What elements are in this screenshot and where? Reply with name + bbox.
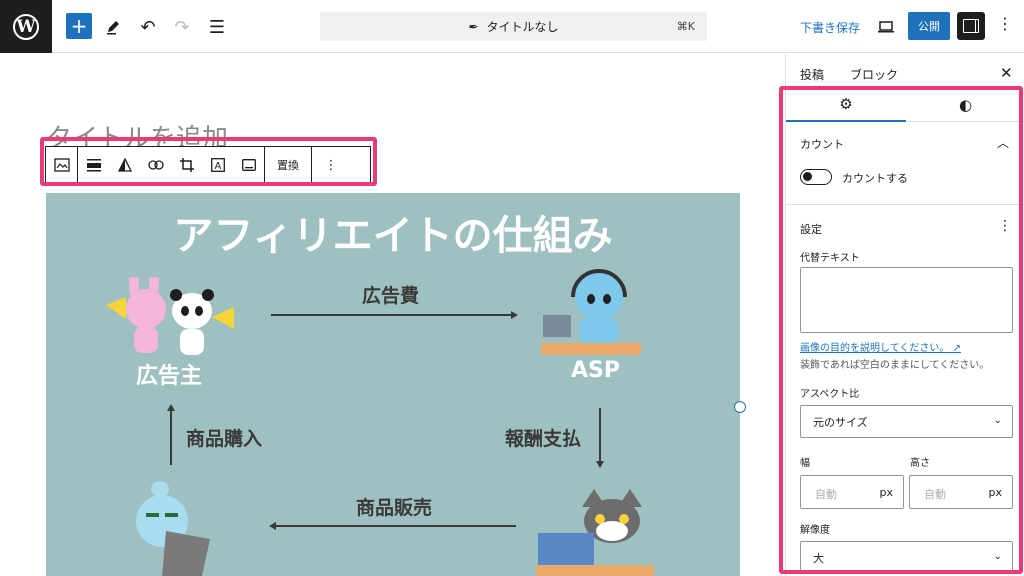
image-block-toolbar: A 置換 ⋮ — [45, 146, 371, 184]
chevron-down-icon: ⌄ — [993, 551, 1002, 562]
customer-illustration — [136, 481, 210, 576]
duotone-icon — [117, 158, 132, 172]
advertiser-label: 広告主 — [136, 364, 203, 389]
undo-button[interactable]: ↶ — [134, 13, 162, 41]
text-overlay-icon: A — [210, 158, 225, 172]
count-toggle[interactable] — [800, 169, 832, 185]
publish-button[interactable]: 公開 — [908, 12, 950, 40]
align-button[interactable] — [78, 147, 109, 183]
svg-text:A: A — [214, 161, 221, 172]
width-unit[interactable]: px — [880, 486, 894, 499]
block-options-button[interactable]: ⋮ — [312, 147, 350, 183]
tab-block[interactable]: ブロック — [850, 66, 898, 83]
advertiser-illustration — [106, 277, 234, 355]
sidebar-icon — [963, 19, 979, 33]
width-label: 幅 — [800, 458, 810, 469]
aspect-ratio-value: 元のサイズ — [813, 415, 868, 429]
replace-button[interactable]: 置換 — [265, 147, 311, 183]
more-vertical-icon: ⋮ — [324, 157, 338, 173]
close-icon: ✕ — [1000, 64, 1013, 82]
block-type-button[interactable] — [46, 147, 77, 183]
pencil-icon — [107, 21, 119, 35]
link-icon — [147, 160, 164, 170]
aspect-ratio-label: アスペクト比 — [800, 389, 860, 400]
edit-tools-button[interactable] — [99, 13, 127, 41]
redo-icon: ↷ — [174, 16, 190, 38]
height-label: 高さ — [910, 458, 930, 469]
toggle-knob — [803, 172, 812, 181]
chevron-down-icon: ⌄ — [993, 415, 1002, 426]
caption-button[interactable] — [233, 147, 264, 183]
text-overlay-button[interactable]: A — [202, 147, 233, 183]
settings-sidebar: 投稿 ブロック ✕ ⚙ ◐ カウント ︿ カウントする 設定 ⋮ 代替テキスト … — [785, 54, 1024, 576]
save-draft-button[interactable]: 下書き保存 — [800, 19, 860, 36]
external-link-icon: ↗ — [952, 343, 961, 354]
alt-text-help: 装飾であれば空白のままにしてください。 — [800, 360, 990, 371]
height-input[interactable]: 自動 px — [909, 475, 1013, 509]
count-toggle-label: カウントする — [842, 172, 908, 185]
alt-text-label: 代替テキスト — [800, 253, 860, 264]
alt-text-help-link-text: 画像の目的を説明してください。 — [800, 343, 950, 354]
settings-options-button[interactable]: ⋮ — [998, 218, 1012, 234]
section-divider — [786, 204, 1024, 205]
sales-label: 商品販売 — [356, 497, 433, 519]
wordpress-icon: W — [13, 13, 39, 40]
command-palette-bar[interactable]: ✒ タイトルなし ⌘K — [320, 12, 707, 41]
list-view-icon: ☰ — [208, 16, 226, 38]
contrast-icon: ◐ — [958, 96, 973, 114]
redo-button[interactable]: ↷ — [168, 13, 196, 41]
alt-text-input[interactable] — [800, 267, 1013, 333]
chevron-up-icon[interactable]: ︿ — [997, 134, 1009, 151]
caption-icon — [241, 159, 256, 171]
shortcut-hint: ⌘K — [676, 20, 695, 33]
more-vertical-icon: ⋮ — [997, 14, 1013, 33]
asp-illustration — [541, 269, 641, 355]
tab-styles[interactable]: ◐ — [906, 88, 1024, 122]
tab-settings[interactable]: ⚙ — [786, 88, 906, 122]
purchase-label: 商品購入 — [186, 428, 263, 450]
add-block-button[interactable]: + — [66, 13, 92, 39]
desktop-preview-icon — [878, 21, 894, 33]
aspect-ratio-select[interactable]: 元のサイズ ⌄ — [800, 405, 1013, 438]
crop-icon — [179, 158, 194, 172]
count-section-title[interactable]: カウント — [800, 136, 844, 152]
options-menu-button[interactable]: ⋮ — [997, 14, 1013, 33]
editor-header: W + ↶ ↷ ☰ ✒ タイトルなし ⌘K 下書き保存 公開 ⋮ — [0, 0, 1024, 53]
duotone-button[interactable] — [109, 147, 140, 183]
preview-button[interactable] — [872, 13, 900, 41]
block-inspector-tabs: ⚙ ◐ — [786, 88, 1024, 122]
document-overview-button[interactable]: ☰ — [203, 13, 231, 41]
asp-label: ASP — [571, 358, 620, 383]
link-button[interactable] — [140, 147, 171, 183]
affiliate-diagram-image[interactable]: アフィリエイトの仕組み 広告主 広告費 ASP 報酬支払 商品販売 商品購入 — [46, 193, 740, 576]
resolution-label: 解像度 — [800, 525, 830, 536]
height-unit[interactable]: px — [989, 486, 1003, 499]
undo-icon: ↶ — [140, 16, 156, 38]
resolution-select[interactable]: 大 ⌄ — [800, 541, 1013, 574]
gear-icon: ⚙ — [839, 95, 853, 113]
width-placeholder: 自動 — [815, 488, 837, 501]
payment-label: 報酬支払 — [505, 428, 582, 450]
tab-post[interactable]: 投稿 — [800, 66, 824, 83]
image-icon — [53, 158, 70, 172]
feather-icon: ✒ — [468, 19, 479, 34]
close-sidebar-button[interactable]: ✕ — [1000, 64, 1013, 82]
crop-button[interactable] — [171, 147, 202, 183]
alt-text-help-link[interactable]: 画像の目的を説明してください。 ↗ — [800, 339, 961, 354]
settings-toggle-button[interactable] — [957, 12, 985, 40]
align-icon — [86, 159, 101, 172]
merchant-illustration — [536, 489, 654, 576]
settings-section-title: 設定 — [800, 223, 822, 236]
width-input[interactable]: 自動 px — [800, 475, 904, 509]
resolution-value: 大 — [813, 551, 824, 565]
height-placeholder: 自動 — [924, 488, 946, 501]
document-title: タイトルなし — [486, 20, 559, 34]
wordpress-logo-button[interactable]: W — [0, 0, 52, 53]
resize-handle[interactable] — [734, 401, 746, 413]
ad-cost-label: 広告費 — [362, 285, 420, 307]
